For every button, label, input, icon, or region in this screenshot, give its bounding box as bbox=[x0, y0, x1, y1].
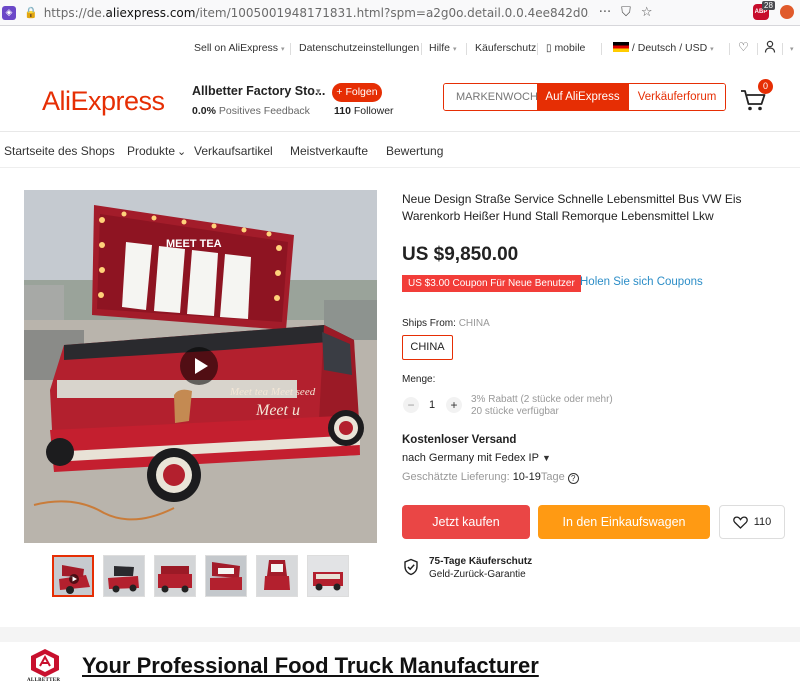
lock-icon[interactable]: 🔒 bbox=[24, 6, 38, 19]
nav-bestsellers[interactable]: Meistverkaufte bbox=[290, 144, 368, 158]
quantity-note: 3% Rabatt (2 stücke oder mehr) 20 stücke … bbox=[471, 394, 613, 417]
thumbnail-3[interactable] bbox=[154, 555, 196, 597]
store-search: Auf AliExpress Verkäuferforum bbox=[443, 83, 726, 111]
get-coupons-link[interactable]: Holen Sie sich Coupons bbox=[580, 276, 703, 288]
banner-title: Your Professional Food Truck Manufacture… bbox=[82, 653, 539, 678]
product-price: US $9,850.00 bbox=[402, 244, 519, 265]
store-header: AliExpress Allbetter Factory Sto... ▾ 0.… bbox=[0, 66, 800, 132]
wishlist-heart-icon[interactable]: ♡ bbox=[738, 40, 749, 54]
search-aliexpress-button[interactable]: Auf AliExpress bbox=[537, 84, 628, 110]
german-flag-icon bbox=[613, 42, 629, 52]
coupon-badge: US $3.00 Coupon Für Neue Benutzer bbox=[402, 275, 581, 292]
divider bbox=[466, 43, 467, 55]
bookmark-star-icon[interactable]: ☆ bbox=[641, 5, 653, 20]
buy-now-button[interactable]: Jetzt kaufen bbox=[402, 505, 530, 539]
divider bbox=[601, 43, 602, 55]
wishlist-count: 110 bbox=[753, 516, 772, 528]
video-play-button[interactable] bbox=[180, 347, 218, 385]
extension-icon[interactable] bbox=[780, 5, 794, 19]
product-title: Neue Design Straße Service Schnelle Lebe… bbox=[402, 192, 742, 223]
browser-url-bar: ◈ 🔒 https://de.aliexpress.com/item/10050… bbox=[0, 0, 800, 26]
section-divider bbox=[0, 627, 800, 642]
nav-sale-items[interactable]: Verkaufsartikel bbox=[194, 144, 273, 158]
ships-from-label: Ships From: CHINA bbox=[402, 318, 490, 329]
url-field[interactable]: https://de.aliexpress.com/item/100500194… bbox=[44, 6, 589, 20]
heart-icon bbox=[732, 516, 748, 529]
truck-script-text: Meet tea Meet seed bbox=[229, 386, 316, 398]
aliexpress-logo[interactable]: AliExpress bbox=[42, 86, 165, 117]
url-prefix: https://de. bbox=[43, 5, 106, 20]
thumbnail-2[interactable] bbox=[103, 555, 145, 597]
divider bbox=[782, 43, 783, 55]
truck-sign-text: MEET TEA bbox=[166, 238, 222, 250]
allbetter-logo-text: ALLBETTER bbox=[27, 678, 61, 683]
pocket-icon[interactable]: ⛉ bbox=[621, 5, 631, 20]
divider bbox=[421, 43, 422, 55]
more-actions-icon[interactable]: ··· bbox=[599, 5, 611, 20]
nav-reviews[interactable]: Bewertung bbox=[386, 144, 443, 158]
follow-button[interactable]: + Folgen bbox=[332, 83, 382, 102]
nav-products[interactable]: Produkte ⌄ bbox=[127, 144, 186, 158]
phone-icon: ▯ bbox=[546, 43, 552, 54]
truck-script-text-2: Meet u bbox=[255, 402, 300, 419]
store-feedback: 0.0% Positives Feedback bbox=[192, 105, 310, 117]
thumbnail-4[interactable] bbox=[205, 555, 247, 597]
shield-check-icon bbox=[402, 558, 420, 580]
adblock-count-badge: 28 bbox=[762, 1, 775, 10]
ship-from-option-china[interactable]: CHINA bbox=[402, 335, 453, 360]
seller-forum-button[interactable]: Verkäuferforum bbox=[628, 84, 725, 110]
tracking-shield-icon[interactable]: ◈ bbox=[2, 5, 16, 20]
quantity-value[interactable]: 1 bbox=[429, 399, 435, 411]
divider bbox=[290, 43, 291, 55]
divider bbox=[729, 43, 730, 55]
chevron-down-icon: ▾ bbox=[280, 46, 285, 53]
mobile-link[interactable]: ▯ mobile bbox=[546, 42, 585, 54]
shipping-destination-selector[interactable]: nach Germany mit Fedex IP ▼ bbox=[402, 452, 551, 464]
chevron-down-icon: ▾ bbox=[452, 46, 457, 53]
search-input[interactable] bbox=[444, 84, 537, 110]
url-path: /item/1005001948171831.html?spm=a2g0o.de… bbox=[195, 5, 589, 20]
sell-link[interactable]: Sell on AliExpress ▾ bbox=[194, 42, 284, 54]
help-icon[interactable]: ? bbox=[567, 473, 579, 484]
account-icon[interactable] bbox=[764, 40, 776, 56]
quantity-increase-button[interactable]: + bbox=[446, 397, 462, 413]
buyer-protection-link[interactable]: Käuferschutz bbox=[475, 42, 536, 54]
url-domain: aliexpress.com bbox=[105, 5, 196, 20]
shipping-title: Kostenloser Versand bbox=[402, 434, 517, 446]
thumbnail-strip bbox=[52, 555, 349, 597]
thumbnail-6[interactable] bbox=[307, 555, 349, 597]
chevron-down-icon[interactable]: ▾ bbox=[316, 86, 321, 97]
privacy-settings-link[interactable]: Datenschutzeinstellungen bbox=[299, 42, 419, 54]
thumbnail-5[interactable] bbox=[256, 555, 298, 597]
chevron-down-icon[interactable]: ▾ bbox=[790, 42, 794, 54]
add-to-cart-button[interactable]: In den Einkaufswagen bbox=[538, 505, 710, 539]
store-banner: ALLBETTER Your Professional Food Truck M… bbox=[0, 642, 800, 690]
nav-store-home[interactable]: Startseite des Shops bbox=[4, 144, 115, 158]
divider bbox=[537, 43, 538, 55]
follower-count: 110 Follower bbox=[334, 105, 394, 117]
estimated-delivery: Geschätzte Lieferung: 10-19Tage? bbox=[402, 471, 579, 484]
chevron-down-icon: ▼ bbox=[541, 453, 551, 463]
wishlist-button[interactable]: 110 bbox=[719, 505, 785, 539]
thumbnail-1[interactable] bbox=[52, 555, 94, 597]
help-menu[interactable]: Hilfe ▾ bbox=[429, 42, 456, 54]
language-currency-selector[interactable]: / Deutsch / USD ▾ bbox=[613, 42, 714, 54]
quantity-label: Menge: bbox=[402, 374, 436, 385]
divider bbox=[757, 43, 758, 55]
top-navigation: Sell on AliExpress ▾ Datenschutzeinstell… bbox=[0, 36, 800, 62]
chevron-down-icon: ▾ bbox=[710, 46, 714, 53]
store-name[interactable]: Allbetter Factory Sto... bbox=[192, 84, 325, 98]
shop-navigation: Startseite des Shops Produkte ⌄ Verkaufsa… bbox=[0, 134, 800, 168]
quantity-decrease-button[interactable]: − bbox=[403, 397, 419, 413]
chevron-down-icon: ⌄ bbox=[177, 146, 187, 158]
cart-count-badge: 0 bbox=[758, 79, 773, 94]
